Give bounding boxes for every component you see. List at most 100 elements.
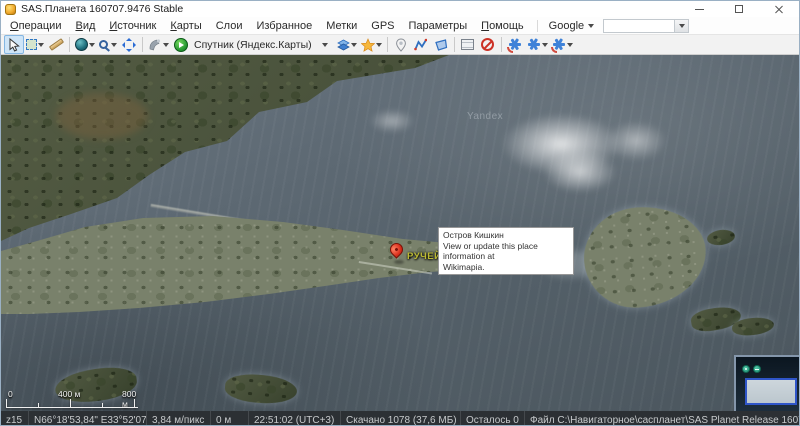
chevron-down-icon — [351, 43, 357, 47]
toolbar-separator — [142, 37, 143, 52]
status-time: 22:51:02 (UTC+3) — [249, 411, 341, 426]
favorites-button[interactable] — [359, 35, 384, 54]
chevron-down-icon — [163, 43, 169, 47]
close-icon — [774, 4, 784, 14]
search-input[interactable] — [603, 19, 675, 33]
imagery-watermark: Yandex — [467, 111, 503, 122]
menu-view[interactable]: Вид — [68, 19, 102, 33]
minimap-viewport-rect[interactable] — [745, 378, 797, 405]
menu-help[interactable]: Помощь — [474, 19, 531, 33]
window-controls — [679, 1, 799, 17]
app-icon — [5, 4, 16, 15]
status-coords: N66°18'53,84" E33°52'07,07" — [29, 411, 147, 426]
no-entry-icon — [481, 38, 494, 51]
status-zoom: z15 — [1, 411, 29, 426]
menu-settings[interactable]: Параметры — [402, 19, 475, 33]
hide-placemarks-button[interactable] — [478, 35, 498, 54]
gps-connect-button[interactable] — [505, 35, 525, 54]
forest-clearing — [56, 93, 148, 139]
status-elevation: 0 м — [211, 411, 249, 426]
toolbar-separator — [387, 37, 388, 52]
minimize-icon — [695, 9, 704, 10]
tooltip-info-line: View or update this place information at — [443, 241, 569, 262]
menu-gps[interactable]: GPS — [364, 19, 401, 33]
status-file: Файл C:\Навигаторное\саспланет\SAS Plane… — [525, 411, 799, 426]
fullscreen-button[interactable] — [119, 35, 139, 54]
tooltip-place-name: Остров Кишкин — [443, 230, 569, 241]
menu-operations[interactable]: Операции — [3, 19, 68, 33]
wikimapia-tooltip[interactable]: Остров Кишкин View or update this place … — [438, 227, 574, 275]
chevron-down-icon — [567, 43, 573, 47]
go-to-place-button[interactable] — [73, 35, 97, 54]
close-button[interactable] — [759, 1, 799, 17]
gps-satellite-icon — [508, 38, 522, 52]
map-viewport[interactable]: Yandex Остров Кишкин View or update this… — [1, 55, 800, 411]
zoom-tool-button[interactable] — [97, 35, 119, 54]
status-bar: z15N66°18'53,84" E33°52'07,07"3,84 м/пик… — [1, 411, 799, 426]
search-engine-dropdown[interactable]: Google — [544, 19, 599, 33]
selection-tool-button[interactable] — [24, 35, 46, 54]
toolbar-separator — [454, 37, 455, 52]
menu-items: ОперацииВидИсточникКартыСлоиИзбранноеМет… — [3, 19, 531, 33]
menu-placemarks[interactable]: Метки — [319, 19, 364, 33]
overview-minimap[interactable] — [734, 355, 800, 411]
toolbar-separator — [69, 37, 70, 52]
title-bar: SAS.Планета 160707.9476 Stable — [1, 1, 799, 17]
scale-label-start: 0 — [8, 389, 13, 399]
maximize-icon — [735, 5, 743, 13]
placemark-label: РУЧЕЙ — [407, 251, 441, 262]
gps-satellite-icon — [552, 38, 566, 52]
minimap-collapse-button[interactable] — [753, 365, 761, 373]
chevron-down-icon — [376, 43, 382, 47]
search-combobox — [603, 19, 689, 33]
gps-track-button[interactable] — [525, 35, 550, 54]
status-downloaded: Скачано 1078 (37,6 МБ) — [341, 411, 461, 426]
minus-icon — [755, 369, 759, 370]
status-remaining: Осталось 0 — [461, 411, 525, 426]
minimize-button[interactable] — [679, 1, 719, 17]
menu-layers[interactable]: Слои — [209, 19, 250, 33]
gps-options-button[interactable] — [550, 35, 575, 54]
globe-icon — [75, 38, 88, 51]
chevron-down-icon — [588, 24, 594, 28]
magnifier-icon — [99, 40, 108, 49]
add-path-button[interactable] — [411, 35, 431, 54]
download-manager-button[interactable] — [146, 35, 171, 54]
placemark-manager-button[interactable] — [458, 35, 478, 54]
measure-distance-button[interactable] — [46, 35, 66, 54]
main-toolbar: Спутник (Яндекс.Карты) — [1, 34, 799, 55]
add-placemark-button[interactable] — [391, 35, 411, 54]
search-engine-label: Google — [549, 20, 584, 32]
menu-source[interactable]: Источник — [102, 19, 163, 33]
gps-satellite-icon — [527, 38, 541, 52]
selection-rectangle-icon — [26, 39, 37, 50]
window-title: SAS.Планета 160707.9476 Stable — [21, 3, 183, 15]
layers-button[interactable] — [335, 35, 359, 54]
red-pin-icon — [387, 240, 405, 258]
cloud — [543, 151, 617, 193]
menu-favorites[interactable]: Избранное — [249, 19, 319, 33]
minimap-zoom-button[interactable] — [742, 365, 750, 373]
add-polygon-button[interactable] — [431, 35, 451, 54]
status-resolution: 3,84 м/пикс — [147, 411, 211, 426]
green-go-icon — [174, 38, 188, 52]
islet-southwest-2 — [224, 372, 298, 406]
search-dropdown-button[interactable] — [675, 19, 689, 33]
map-source-dropdown[interactable] — [315, 35, 335, 54]
menu-separator — [537, 20, 538, 32]
maximize-button[interactable] — [719, 1, 759, 17]
route-icon — [414, 38, 427, 51]
map-source-label: Спутник (Яндекс.Карты) — [191, 39, 315, 51]
apply-map-button[interactable] — [171, 35, 191, 54]
cloud — [369, 109, 415, 133]
placemark-pin-icon — [395, 38, 407, 52]
island-east — [581, 203, 710, 311]
pan-cursor-button[interactable] — [4, 35, 24, 54]
islet-east — [706, 228, 736, 247]
menu-maps[interactable]: Карты — [163, 19, 208, 33]
menu-bar: ОперацииВидИсточникКартыСлоиИзбранноеМет… — [1, 17, 799, 34]
dot-icon — [745, 368, 747, 370]
sas-planet-window: SAS.Планета 160707.9476 Stable ОперацииВ… — [0, 0, 800, 426]
chevron-down-icon — [542, 43, 548, 47]
toolbar-separator — [501, 37, 502, 52]
